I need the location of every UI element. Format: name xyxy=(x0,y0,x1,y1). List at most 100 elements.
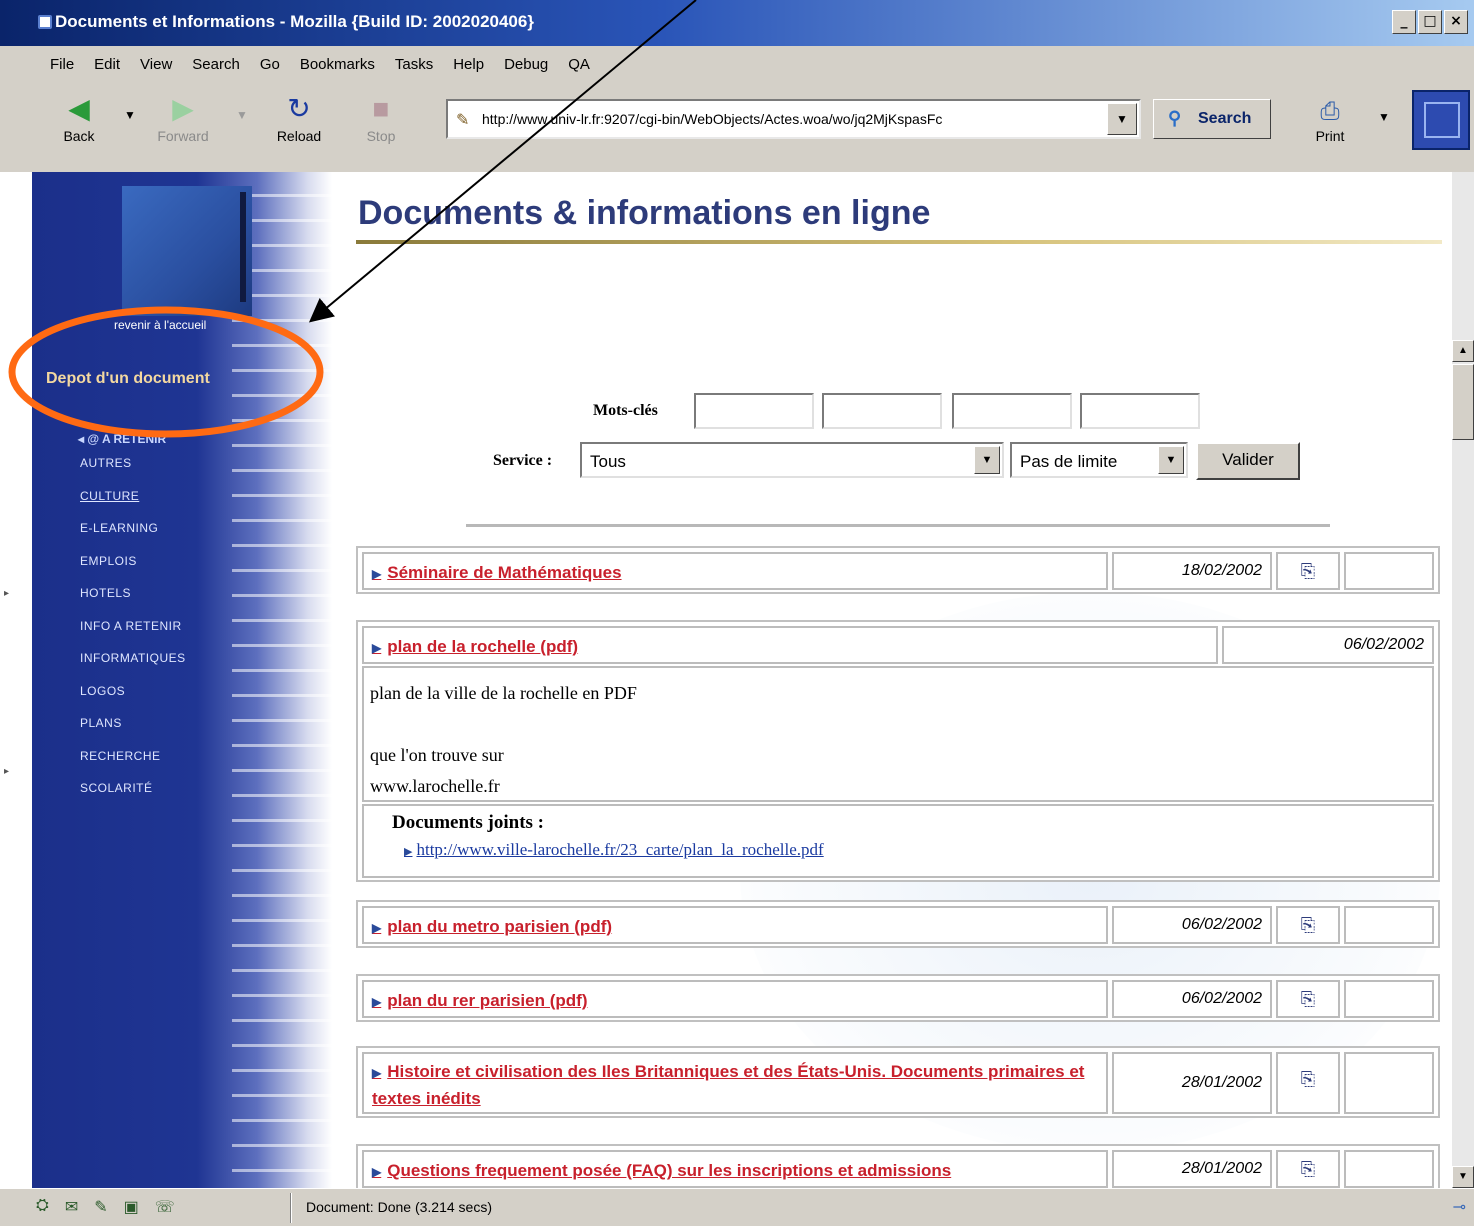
document-attachment-icon[interactable]: ⎘ xyxy=(1276,906,1340,944)
menu-go[interactable]: Go xyxy=(250,54,290,80)
menu-qa[interactable]: QA xyxy=(558,54,600,80)
stop-button[interactable]: ■ Stop xyxy=(346,86,416,156)
sidebar-item-logos[interactable]: LOGOS xyxy=(80,684,186,717)
back-button[interactable]: ◀ Back xyxy=(44,86,114,156)
empty-cell xyxy=(1344,1150,1434,1188)
stop-icon: ■ xyxy=(372,93,390,124)
limit-select[interactable]: Pas de limite ▼ xyxy=(1010,442,1188,478)
keyword-input-1[interactable] xyxy=(694,393,814,429)
document-row: ▶ Histoire et civilisation des Iles Brita… xyxy=(356,1046,1440,1118)
document-attachment-icon[interactable]: ⎘ xyxy=(1276,980,1340,1018)
minimize-button[interactable]: _ xyxy=(1392,10,1416,34)
keywords-label: Mots-clés xyxy=(593,402,658,419)
empty-cell xyxy=(1344,1052,1434,1114)
deposit-document-link[interactable]: Depot d'un document xyxy=(46,370,210,388)
reload-icon: ↻ xyxy=(287,93,311,124)
document-attachment-icon[interactable]: ⎘ xyxy=(1276,552,1340,590)
menu-tasks[interactable]: Tasks xyxy=(385,54,443,80)
print-dropdown-icon[interactable]: ▼ xyxy=(1378,110,1390,124)
document-date: 06/02/2002 xyxy=(1112,980,1272,1018)
window-title-bar: Documents et Informations - Mozilla {Bui… xyxy=(0,0,1474,46)
empty-cell xyxy=(1344,906,1434,944)
composer-icon[interactable]: ✎ xyxy=(94,1197,107,1217)
sidebar-item-autres[interactable]: AUTRES xyxy=(80,456,186,489)
sidebar-item-scolarite[interactable]: SCOLARITÉ xyxy=(80,781,186,814)
scroll-down-icon[interactable]: ▼ xyxy=(1452,1166,1474,1188)
keyword-input-2[interactable] xyxy=(822,393,942,429)
document-row: ▶ Questions frequement posée (FAQ) sur le… xyxy=(356,1144,1440,1188)
sidebar-item-info-a-retenir[interactable]: INFO A RETENIR xyxy=(80,619,186,652)
keyword-input-4[interactable] xyxy=(1080,393,1200,429)
document-row-expanded: ▶ plan de la rochelle (pdf) 06/02/2002 pl… xyxy=(356,620,1440,882)
chevron-down-icon[interactable]: ▼ xyxy=(1158,446,1184,474)
maximize-button[interactable]: □ xyxy=(1418,10,1442,34)
triangle-bullet-icon: ▶ xyxy=(372,995,382,1009)
document-title-link[interactable]: ▶ Histoire et civilisation des Iles Brita… xyxy=(372,1059,1092,1111)
splitter-grip-icon[interactable]: ▸ xyxy=(4,588,9,599)
menu-view[interactable]: View xyxy=(130,54,182,80)
menu-debug[interactable]: Debug xyxy=(494,54,558,80)
document-title-link[interactable]: ▶ Questions frequement posée (FAQ) sur le… xyxy=(372,1161,951,1181)
sidebar-item-plans[interactable]: PLANS xyxy=(80,716,186,749)
url-history-dropdown-icon[interactable]: ▼ xyxy=(1107,103,1137,135)
document-title-link[interactable]: ▶ plan du rer parisien (pdf) xyxy=(372,991,587,1011)
page-title: Documents & informations en ligne xyxy=(358,194,931,232)
service-select[interactable]: Tous ▼ xyxy=(580,442,1004,478)
document-title-link[interactable]: ▶ plan de la rochelle (pdf) xyxy=(372,637,578,657)
home-link[interactable]: revenir à l'accueil xyxy=(114,318,206,332)
mail-icon[interactable]: ✉ xyxy=(65,1197,78,1217)
address-book-icon[interactable]: ▣ xyxy=(124,1197,139,1217)
sidebar-item-emplois[interactable]: EMPLOIS xyxy=(80,554,186,587)
sidebar-item-informatiques[interactable]: INFORMATIQUES xyxy=(80,651,186,684)
menu-help[interactable]: Help xyxy=(443,54,494,80)
keyword-input-3[interactable] xyxy=(952,393,1072,429)
window-title: Documents et Informations - Mozilla {Bui… xyxy=(55,12,534,31)
attachments-heading: Documents joints : xyxy=(392,812,544,833)
document-attachment-icon[interactable]: ⎘ xyxy=(1276,1150,1340,1188)
reload-button[interactable]: ↻ Reload xyxy=(264,86,334,156)
triangle-bullet-icon: ▶ xyxy=(372,641,382,655)
document-title-link[interactable]: ▶ Séminaire de Mathématiques xyxy=(372,563,622,583)
chevron-down-icon[interactable]: ▼ xyxy=(974,446,1000,474)
menu-file[interactable]: File xyxy=(40,54,84,80)
document-title-link[interactable]: ▶ plan du metro parisien (pdf) xyxy=(372,917,612,937)
sidebar-item-a-retenir[interactable]: ◂ @ A RETENIR xyxy=(78,432,166,446)
sidebar-item-culture[interactable]: CULTURE xyxy=(80,489,186,522)
scroll-up-icon[interactable]: ▲ xyxy=(1452,340,1474,362)
university-logo[interactable] xyxy=(122,186,252,316)
submit-button[interactable]: Valider xyxy=(1196,442,1300,480)
forward-dropdown-icon[interactable]: ▼ xyxy=(236,108,248,122)
irc-chat-icon[interactable]: ☏ xyxy=(155,1197,175,1217)
sidebar: revenir à l'accueil Depot d'un document … xyxy=(32,172,332,1188)
url-bar[interactable]: ✎ http://www.univ-lr.fr:9207/cgi-bin/Web… xyxy=(446,99,1141,139)
triangle-bullet-icon: ▶ xyxy=(372,1165,382,1179)
document-date: 06/02/2002 xyxy=(1222,626,1434,664)
print-button[interactable]: ⎙ Print xyxy=(1300,90,1360,154)
scroll-thumb[interactable] xyxy=(1452,364,1474,440)
url-text[interactable]: http://www.univ-lr.fr:9207/cgi-bin/WebOb… xyxy=(482,111,1102,127)
menu-search[interactable]: Search xyxy=(182,54,250,80)
sidebar-item-hotels[interactable]: HOTELS xyxy=(80,586,186,619)
close-button[interactable]: × xyxy=(1444,10,1468,34)
navigator-icon[interactable]: ⛭ xyxy=(36,1197,49,1217)
document-date: 18/02/2002 xyxy=(1112,552,1272,590)
vertical-scrollbar[interactable]: ▲ ▼ xyxy=(1452,172,1474,1188)
document-date: 06/02/2002 xyxy=(1112,906,1272,944)
menu-bookmarks[interactable]: Bookmarks xyxy=(290,54,385,80)
sidebar-item-e-learning[interactable]: E-LEARNING xyxy=(80,521,186,554)
mozilla-throbber-logo[interactable] xyxy=(1412,90,1470,150)
online-status-icon[interactable]: ⊸ xyxy=(1453,1197,1466,1217)
back-dropdown-icon[interactable]: ▼ xyxy=(124,108,136,122)
splitter-grip-icon[interactable]: ▸ xyxy=(4,766,9,777)
document-attachment-icon[interactable]: ⎘ xyxy=(1276,1052,1340,1114)
forward-arrow-icon: ▶ xyxy=(172,93,194,124)
printer-icon: ⎙ xyxy=(1320,98,1340,125)
triangle-bullet-icon: ▶ xyxy=(372,1066,382,1080)
document-row: ▶ Séminaire de Mathématiques 18/02/2002 ⎘ xyxy=(356,546,1440,594)
document-row: ▶ plan du rer parisien (pdf) 06/02/2002 ⎘ xyxy=(356,974,1440,1022)
attachment-link[interactable]: ▶ http://www.ville-larochelle.fr/23_carte… xyxy=(404,840,1432,860)
forward-button[interactable]: ▶ Forward xyxy=(148,86,218,156)
search-button[interactable]: ⚲ Search xyxy=(1153,99,1271,139)
menu-edit[interactable]: Edit xyxy=(84,54,130,80)
sidebar-item-recherche[interactable]: RECHERCHE xyxy=(80,749,186,782)
